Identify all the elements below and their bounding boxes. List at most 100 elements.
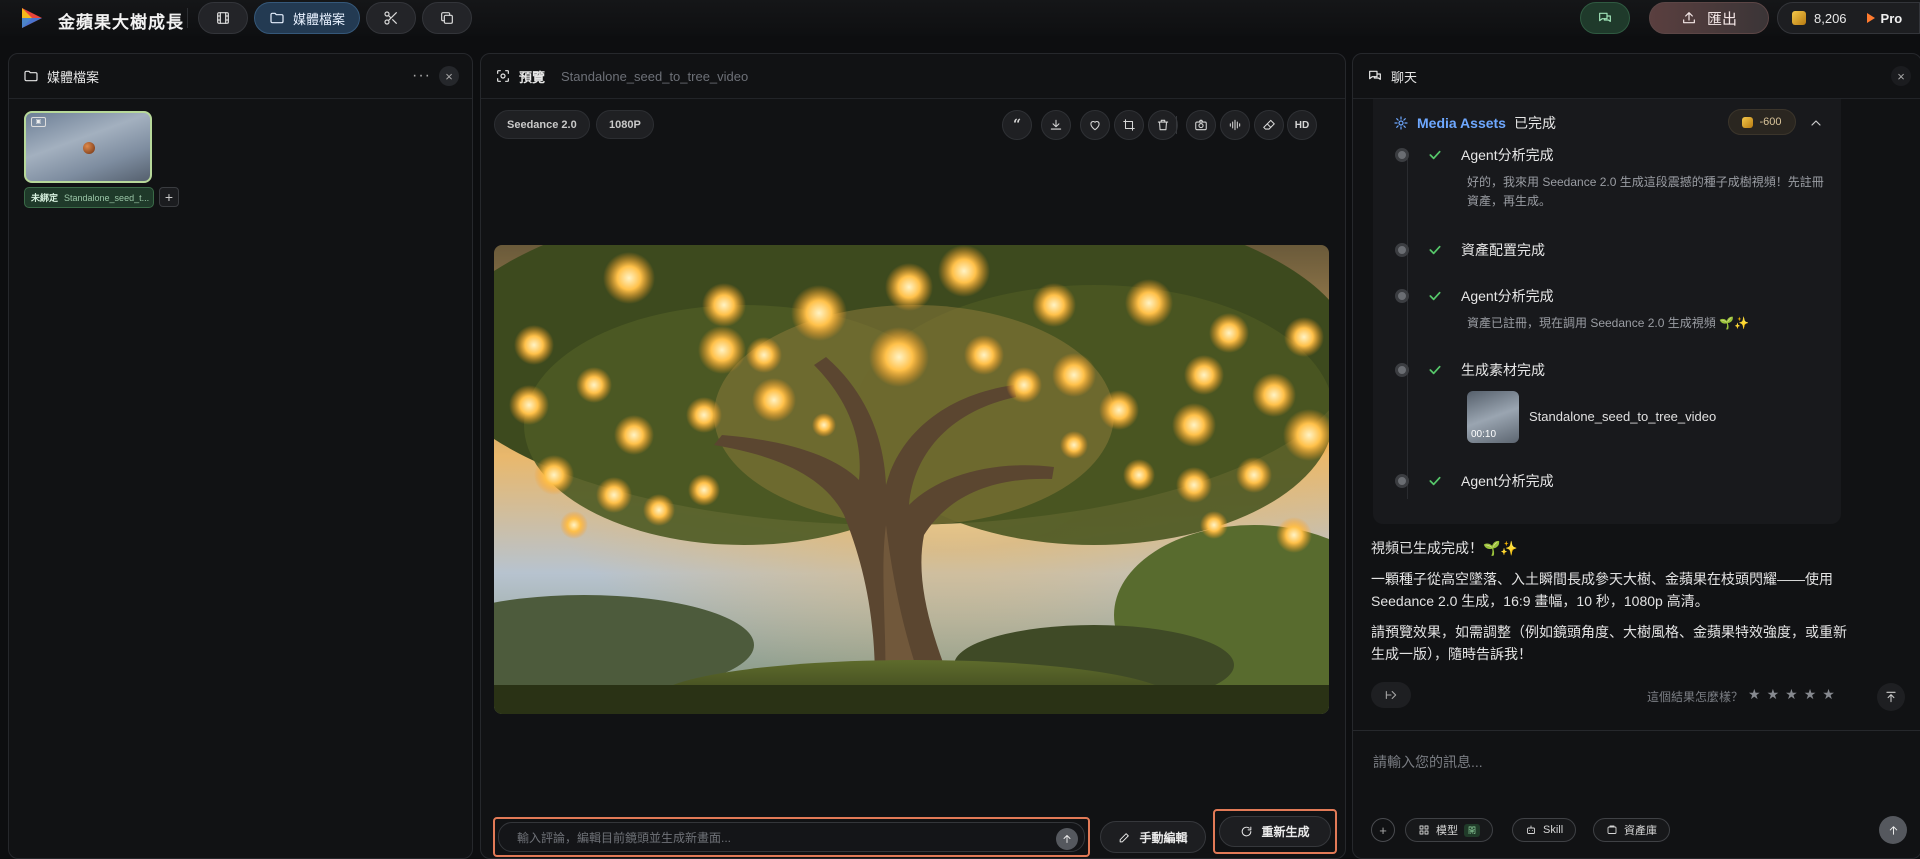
plan-label: Pro (1880, 10, 1903, 26)
step-label: 資產配置完成 (1461, 242, 1545, 258)
preview-panel: 預覽 Standalone_seed_to_tree_video Seedanc… (480, 53, 1346, 859)
model-chip-label: 模型 (1436, 825, 1458, 837)
regenerate-highlight: 重新生成 (1213, 809, 1337, 854)
app-logo (20, 7, 44, 29)
media-assets-header[interactable]: Media Assets 已完成 (1393, 113, 1556, 133)
grid-icon (1418, 824, 1430, 836)
skill-chip[interactable]: Skill (1512, 818, 1577, 842)
regenerate-button[interactable]: 重新生成 (1219, 816, 1331, 847)
credits-display[interactable]: 8,206 Pro (1777, 2, 1920, 34)
submit-comment-button[interactable] (1056, 828, 1078, 850)
manual-edit-button[interactable]: 手動編輯 (1100, 821, 1206, 853)
plus-icon: + (1379, 822, 1387, 838)
tree-scene-image (494, 245, 1329, 714)
arrow-up-icon (1887, 824, 1900, 837)
more-icon[interactable]: ··· (412, 67, 431, 85)
export-button[interactable]: 匯出 (1649, 2, 1769, 34)
media-files-button[interactable]: 媒體檔案 (254, 2, 360, 34)
delete-button[interactable] (1148, 110, 1178, 140)
skill-chip-label: Skill (1543, 824, 1564, 836)
asset-name[interactable]: Standalone_seed_to_tree_video (1529, 409, 1716, 424)
close-icon[interactable]: × (439, 66, 459, 86)
cut-button[interactable] (366, 2, 416, 34)
toolbar-divider (1176, 116, 1177, 134)
app-title: 金蘋果大樹成長 (58, 13, 184, 32)
chat-input[interactable]: 請輸入您的訊息... (1373, 752, 1483, 772)
star-icon[interactable]: ★ (1804, 686, 1817, 703)
step-item: Agent分析完成 (1395, 145, 1554, 165)
star-icon[interactable]: ★ (1748, 686, 1761, 703)
model-chip[interactable]: 模型 開 (1405, 818, 1493, 842)
asset-thumbnail[interactable]: 00:10 (1467, 391, 1519, 443)
star-icon[interactable]: ★ (1822, 686, 1835, 703)
share-button[interactable] (1371, 682, 1411, 708)
binding-status: 未綁定 (31, 193, 59, 203)
scan-icon (495, 68, 511, 84)
robot-icon (1525, 824, 1537, 836)
video-badge-icon: ▣ (31, 117, 46, 127)
close-icon[interactable]: × (1891, 66, 1911, 86)
manual-edit-label: 手動編輯 (1139, 830, 1188, 845)
step-label: Agent分析完成 (1461, 147, 1554, 163)
hd-button[interactable]: HD (1287, 110, 1317, 140)
chevron-up-icon[interactable] (1808, 115, 1824, 131)
chat-title: 聊天 (1391, 69, 1418, 85)
asset-duration: 00:10 (1471, 429, 1497, 440)
comment-box-highlight: 輸入評論，編輯目前鏡頭並生成新畫面... (493, 817, 1090, 857)
share-icon (1384, 688, 1398, 702)
arrow-up-icon (1061, 833, 1073, 845)
regenerate-label: 重新生成 (1261, 825, 1310, 839)
step-description: 好的，我來用 Seedance 2.0 生成這段震撼的種子成樹視頻！先註冊資產，… (1467, 175, 1824, 208)
erase-button[interactable] (1254, 110, 1284, 140)
step-label: Agent分析完成 (1461, 288, 1554, 304)
film-icon (215, 10, 231, 26)
library-chip[interactable]: 資產庫 (1593, 818, 1670, 842)
chat-panel-header: 聊天 (1353, 54, 1920, 99)
edit-icon (1118, 831, 1131, 844)
model-pill[interactable]: Seedance 2.0 (494, 110, 590, 139)
video-preview[interactable] (494, 245, 1329, 714)
media-item-name: Standalone_seed_t... (64, 192, 150, 203)
copy-button[interactable] (422, 2, 472, 34)
step-description: 資產已註冊，現在調用 Seedance 2.0 生成視頻 🌱✨ (1467, 316, 1749, 330)
credits-value: 8,206 (1814, 10, 1847, 26)
step-dot (1395, 289, 1409, 303)
comment-input[interactable]: 輸入評論，編輯目前鏡頭並生成新畫面... (498, 822, 1085, 852)
film-button[interactable] (198, 2, 248, 34)
step-dot (1395, 243, 1409, 257)
scroll-top-button[interactable] (1877, 683, 1905, 711)
audio-button[interactable] (1220, 110, 1250, 140)
quote-button[interactable]: “ (1002, 110, 1032, 140)
chat-message: 一顆種子從高空墜落、入土瞬間長成參天大樹、金蘋果在枝頭閃耀——使用 Seedan… (1371, 571, 1833, 609)
cost-badge: -600 (1728, 109, 1796, 135)
folder-icon (269, 10, 285, 26)
media-thumbnail[interactable]: ▣ (24, 111, 152, 183)
download-button[interactable] (1041, 110, 1071, 140)
star-icon[interactable]: ★ (1767, 686, 1780, 703)
step-dot (1395, 474, 1409, 488)
rating-stars[interactable]: ★ ★ ★ ★ ★ (1748, 686, 1835, 703)
resolution-pill[interactable]: 1080P (596, 110, 654, 139)
star-icon[interactable]: ★ (1785, 686, 1798, 703)
snapshot-button[interactable] (1186, 110, 1216, 140)
copy-icon (439, 10, 455, 26)
step-label: 生成素材完成 (1461, 362, 1545, 378)
export-label: 匯出 (1706, 10, 1737, 28)
arrow-up-icon (1884, 690, 1898, 704)
favorite-button[interactable] (1080, 110, 1110, 140)
divider (1353, 730, 1920, 731)
send-message-button[interactable] (1879, 816, 1907, 844)
coin-icon (1742, 116, 1754, 128)
check-icon (1427, 288, 1443, 304)
media-item-tag[interactable]: 未綁定 Standalone_seed_t... (24, 187, 154, 208)
media-assets-card: Media Assets 已完成 -600 Agent分析完成 好的，我來用 S… (1373, 99, 1841, 524)
cube-icon (1393, 115, 1409, 131)
crop-button[interactable] (1114, 110, 1144, 140)
add-tag-button[interactable]: + (159, 187, 179, 207)
waveform-icon (1228, 118, 1242, 132)
add-attachment-button[interactable]: + (1371, 818, 1395, 842)
chat-toggle-button[interactable] (1580, 2, 1630, 34)
divider (187, 8, 188, 28)
library-chip-label: 資產庫 (1624, 825, 1657, 837)
comment-placeholder: 輸入評論，編輯目前鏡頭並生成新畫面... (517, 830, 732, 845)
